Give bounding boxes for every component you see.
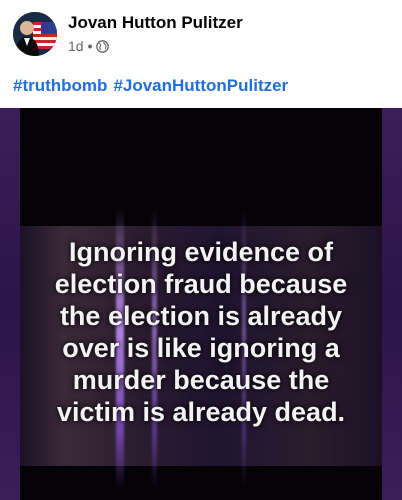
post-hashtags: #truthbomb #JovanHuttonPulitzer xyxy=(13,76,294,96)
quote-line: Ignoring evidence of xyxy=(68,237,334,267)
hashtag-link[interactable]: #JovanHuttonPulitzer xyxy=(113,76,288,95)
post-image[interactable]: Ignoring evidence of election fraud beca… xyxy=(0,108,402,500)
meta-separator: • xyxy=(87,38,93,54)
image-frame-right xyxy=(382,108,402,500)
quote-line: victim is already dead. xyxy=(56,397,346,427)
post-header: Jovan Hutton Pulitzer 1d • xyxy=(0,0,402,66)
globe-icon[interactable] xyxy=(96,39,110,53)
image-frame-left xyxy=(0,108,20,500)
post-meta: 1d • xyxy=(68,38,110,54)
quote-line: murder because the xyxy=(72,365,330,395)
hashtag-link[interactable]: #truthbomb xyxy=(13,76,107,95)
author-name[interactable]: Jovan Hutton Pulitzer xyxy=(68,13,243,33)
quote-line: over is like ignoring a xyxy=(62,333,340,363)
quote-text: Ignoring evidence of election fraud beca… xyxy=(20,236,382,428)
avatar[interactable] xyxy=(13,12,57,56)
post-time[interactable]: 1d xyxy=(68,38,84,54)
quote-line: the election is already xyxy=(59,301,343,331)
quote-line: election fraud because xyxy=(54,269,348,299)
